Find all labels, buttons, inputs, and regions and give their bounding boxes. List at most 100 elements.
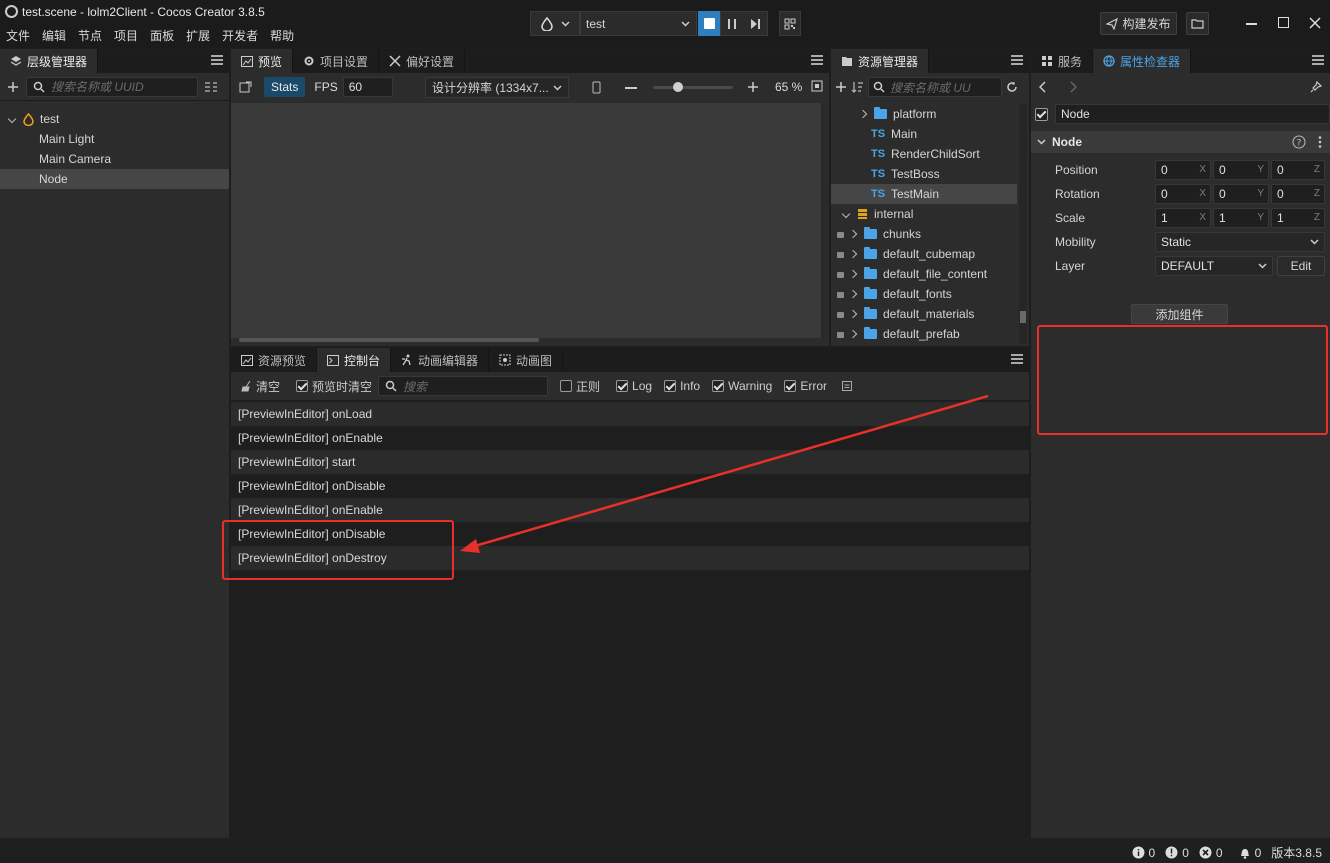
expand-chevron-icon[interactable] bbox=[848, 229, 858, 239]
tab-asset-preview[interactable]: 资源预览 bbox=[231, 348, 318, 372]
tab-services[interactable]: 服务 bbox=[1031, 49, 1094, 73]
tree-node-test[interactable]: test bbox=[0, 109, 229, 129]
scale-x-input[interactable]: 1X bbox=[1155, 208, 1211, 228]
node-active-checkbox[interactable] bbox=[1035, 107, 1048, 121]
scene-select[interactable]: test bbox=[580, 11, 697, 36]
asset-item-testmain[interactable]: TS TestMain bbox=[831, 184, 1017, 204]
asset-item-default-file-content[interactable]: default_file_content bbox=[831, 264, 1017, 284]
back-arrow-icon[interactable] bbox=[1039, 81, 1047, 93]
menu-extension[interactable]: 扩展 bbox=[186, 27, 210, 44]
stats-toggle-button[interactable]: Stats bbox=[264, 77, 306, 97]
node-section-header[interactable]: Node ? bbox=[1031, 131, 1330, 153]
zoom-slider-handle[interactable] bbox=[673, 82, 683, 92]
panel-menu-icon[interactable] bbox=[1011, 55, 1023, 65]
sort-icon[interactable] bbox=[204, 81, 218, 93]
menu-project[interactable]: 项目 bbox=[114, 27, 138, 44]
tab-preview[interactable]: 预览 bbox=[231, 49, 294, 73]
panel-menu-icon[interactable] bbox=[1312, 55, 1324, 65]
expand-chevron-icon[interactable] bbox=[848, 269, 858, 279]
panel-menu-icon[interactable] bbox=[211, 55, 223, 65]
pin-icon[interactable] bbox=[1310, 81, 1322, 93]
assets-scrollbar[interactable] bbox=[1019, 104, 1027, 344]
clear-on-preview-checkbox[interactable]: 预览时清空 bbox=[296, 378, 372, 395]
panel-menu-icon[interactable] bbox=[811, 55, 823, 65]
viewport-vertical-scrollbar[interactable] bbox=[821, 103, 829, 338]
close-window-button[interactable] bbox=[1309, 17, 1321, 29]
asset-item-default-fonts[interactable]: default_fonts bbox=[831, 284, 1017, 304]
browser-preview-icon[interactable] bbox=[239, 81, 252, 93]
qrcode-button[interactable] bbox=[779, 11, 801, 36]
step-button[interactable] bbox=[750, 18, 761, 30]
console-search-input[interactable]: 搜索 bbox=[378, 376, 549, 396]
refresh-icon[interactable] bbox=[1006, 81, 1018, 93]
filter-info-checkbox[interactable]: Info bbox=[664, 379, 700, 393]
build-publish-button[interactable]: 构建发布 bbox=[1100, 12, 1177, 35]
hierarchy-search-input[interactable]: 搜索名称或 UUID bbox=[26, 76, 198, 97]
asset-item-internal[interactable]: internal bbox=[831, 204, 1017, 224]
layer-select[interactable]: DEFAULT bbox=[1155, 256, 1273, 276]
help-icon[interactable]: ? bbox=[1292, 135, 1306, 149]
log-file-icon[interactable] bbox=[841, 380, 853, 392]
asset-item-renderchildsort[interactable]: TS RenderChildSort bbox=[831, 144, 1017, 164]
expand-chevron-icon[interactable] bbox=[848, 289, 858, 299]
assets-scrollbar-thumb[interactable] bbox=[1020, 311, 1026, 323]
viewport-horizontal-scrollbar[interactable] bbox=[239, 338, 539, 342]
add-component-button[interactable]: 添加组件 bbox=[1131, 304, 1228, 324]
console-row[interactable]: [PreviewInEditor] onEnable bbox=[231, 426, 1029, 450]
zoom-out-button[interactable] bbox=[625, 87, 637, 89]
asset-item-chunks[interactable]: chunks bbox=[831, 224, 1017, 244]
filter-warning-checkbox[interactable]: Warning bbox=[712, 379, 772, 393]
position-z-input[interactable]: 0Z bbox=[1271, 160, 1325, 180]
tab-inspector[interactable]: 属性检查器 bbox=[1093, 49, 1192, 73]
tree-node-node[interactable]: Node bbox=[0, 169, 229, 189]
console-row[interactable]: [PreviewInEditor] start bbox=[231, 450, 1029, 474]
tree-node-main-light[interactable]: Main Light bbox=[0, 129, 229, 149]
console-row[interactable]: [PreviewInEditor] onDisable bbox=[231, 474, 1029, 498]
open-folder-button[interactable] bbox=[1186, 12, 1209, 35]
scale-y-input[interactable]: 1Y bbox=[1213, 208, 1269, 228]
filter-error-checkbox[interactable]: Error bbox=[784, 379, 827, 393]
layer-edit-button[interactable]: Edit bbox=[1277, 256, 1325, 276]
platform-select[interactable] bbox=[530, 11, 580, 36]
sort-icon[interactable] bbox=[851, 81, 864, 93]
expand-chevron-icon[interactable] bbox=[858, 109, 868, 119]
console-row[interactable]: [PreviewInEditor] onLoad bbox=[231, 402, 1029, 426]
menu-panel[interactable]: 面板 bbox=[150, 27, 174, 44]
forward-arrow-icon[interactable] bbox=[1069, 81, 1077, 93]
assets-search-input[interactable]: 搜索名称或 UU bbox=[868, 77, 1002, 97]
add-asset-icon[interactable] bbox=[835, 81, 847, 93]
expand-chevron-icon[interactable] bbox=[848, 329, 858, 339]
filter-log-checkbox[interactable]: Log bbox=[616, 379, 652, 393]
tab-animation-editor[interactable]: 动画编辑器 bbox=[391, 348, 490, 372]
pause-button[interactable] bbox=[727, 18, 737, 30]
menu-file[interactable]: 文件 bbox=[6, 27, 30, 44]
tab-project-settings[interactable]: 项目设置 bbox=[293, 49, 380, 73]
menu-edit[interactable]: 编辑 bbox=[42, 27, 66, 44]
expand-chevron-icon[interactable] bbox=[841, 209, 851, 219]
mobility-select[interactable]: Static bbox=[1155, 232, 1325, 252]
asset-item-testboss[interactable]: TS TestBoss bbox=[831, 164, 1017, 184]
asset-item-main[interactable]: TS Main bbox=[831, 124, 1017, 144]
position-y-input[interactable]: 0Y bbox=[1213, 160, 1269, 180]
tab-hierarchy[interactable]: 层级管理器 bbox=[0, 49, 99, 73]
expand-chevron-icon[interactable] bbox=[848, 309, 858, 319]
asset-item-platform[interactable]: platform bbox=[831, 104, 1017, 124]
menu-developer[interactable]: 开发者 bbox=[222, 27, 258, 44]
regex-checkbox[interactable]: 正则 bbox=[560, 378, 600, 395]
more-options-icon[interactable] bbox=[1318, 135, 1322, 149]
scale-z-input[interactable]: 1Z bbox=[1271, 208, 1325, 228]
tab-preferences[interactable]: 偏好设置 bbox=[379, 49, 466, 73]
panel-menu-icon[interactable] bbox=[1011, 354, 1023, 364]
console-row[interactable]: [PreviewInEditor] onEnable bbox=[231, 498, 1029, 522]
tab-console[interactable]: 控制台 bbox=[317, 348, 392, 372]
fit-screen-icon[interactable] bbox=[811, 80, 823, 92]
rotation-z-input[interactable]: 0Z bbox=[1271, 184, 1325, 204]
asset-item-default-cubemap[interactable]: default_cubemap bbox=[831, 244, 1017, 264]
rotation-x-input[interactable]: 0X bbox=[1155, 184, 1211, 204]
bell-icon[interactable] bbox=[1239, 846, 1251, 859]
game-viewport[interactable] bbox=[231, 103, 821, 338]
menu-help[interactable]: 帮助 bbox=[270, 27, 294, 44]
node-name-input[interactable]: Node bbox=[1055, 104, 1330, 124]
zoom-in-button[interactable] bbox=[747, 81, 759, 93]
clear-button[interactable]: 清空 bbox=[241, 378, 280, 395]
